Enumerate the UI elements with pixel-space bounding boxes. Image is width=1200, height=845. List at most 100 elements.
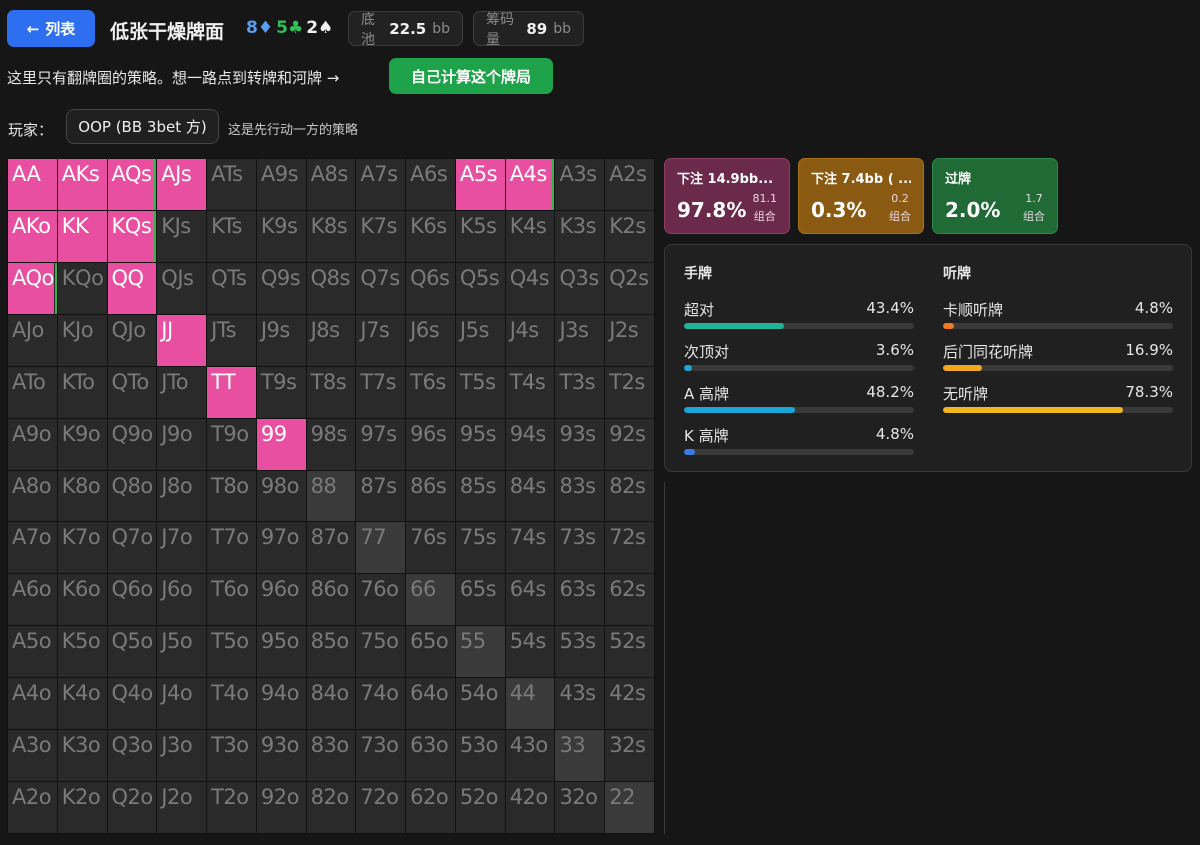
range-cell[interactable]: 53s: [555, 626, 605, 678]
range-cell[interactable]: ATs: [207, 159, 256, 210]
range-cell[interactable]: A8s: [306, 159, 356, 210]
range-cell[interactable]: K9o: [57, 418, 107, 470]
range-cell[interactable]: 95o: [256, 626, 306, 678]
range-cell[interactable]: J3o: [157, 730, 207, 782]
range-cell[interactable]: KQs: [107, 210, 157, 262]
range-cell[interactable]: T4o: [207, 678, 256, 730]
range-cell[interactable]: 66: [406, 574, 455, 626]
range-cell[interactable]: 62s: [605, 574, 654, 626]
range-cell[interactable]: A3o: [8, 730, 57, 782]
range-cell[interactable]: J5s: [455, 314, 505, 366]
range-cell[interactable]: T9o: [207, 418, 256, 470]
range-cell[interactable]: K2o: [57, 782, 107, 833]
range-cell[interactable]: K9s: [256, 210, 306, 262]
range-cell[interactable]: 96s: [406, 418, 455, 470]
range-cell[interactable]: 95s: [455, 418, 505, 470]
range-cell[interactable]: QJo: [107, 314, 157, 366]
range-cell[interactable]: J6o: [157, 574, 207, 626]
range-cell[interactable]: T6o: [207, 574, 256, 626]
range-cell[interactable]: 85o: [306, 626, 356, 678]
range-cell[interactable]: 83s: [555, 470, 605, 522]
range-cell[interactable]: J4o: [157, 678, 207, 730]
range-cell[interactable]: 74o: [356, 678, 406, 730]
range-cell[interactable]: 85s: [455, 470, 505, 522]
range-cell[interactable]: 82s: [605, 470, 654, 522]
range-cell[interactable]: K7o: [57, 522, 107, 574]
range-cell[interactable]: 73s: [555, 522, 605, 574]
range-cell[interactable]: AJo: [8, 314, 57, 366]
range-cell[interactable]: K4s: [505, 210, 555, 262]
range-cell[interactable]: 53o: [455, 730, 505, 782]
range-cell[interactable]: K3s: [555, 210, 605, 262]
range-cell[interactable]: 96o: [256, 574, 306, 626]
range-cell[interactable]: A9o: [8, 418, 57, 470]
range-cell[interactable]: 86s: [406, 470, 455, 522]
range-cell[interactable]: T5o: [207, 626, 256, 678]
range-cell[interactable]: 73o: [356, 730, 406, 782]
action-card-bet-small[interactable]: 下注 7.4bb ( ... 0.3% 0.2 组合: [798, 158, 924, 234]
range-cell[interactable]: QTo: [107, 366, 157, 418]
range-cell[interactable]: Q3s: [555, 262, 605, 314]
range-cell[interactable]: T6s: [406, 366, 455, 418]
range-cell[interactable]: AA: [8, 159, 57, 210]
range-cell[interactable]: A4s: [505, 159, 555, 210]
range-cell[interactable]: 87o: [306, 522, 356, 574]
range-cell[interactable]: Q2o: [107, 782, 157, 833]
range-cell[interactable]: 63o: [406, 730, 455, 782]
range-cell[interactable]: Q6s: [406, 262, 455, 314]
range-cell[interactable]: QQ: [107, 262, 157, 314]
range-cell[interactable]: Q3o: [107, 730, 157, 782]
range-cell[interactable]: JTs: [207, 314, 256, 366]
range-cell[interactable]: J7s: [356, 314, 406, 366]
range-cell[interactable]: Q7s: [356, 262, 406, 314]
range-cell[interactable]: AJs: [157, 159, 207, 210]
range-cell[interactable]: J2s: [605, 314, 654, 366]
range-cell[interactable]: T9s: [256, 366, 306, 418]
range-cell[interactable]: 65s: [455, 574, 505, 626]
range-cell[interactable]: T8s: [306, 366, 356, 418]
range-cell[interactable]: TT: [207, 366, 256, 418]
range-cell[interactable]: Q9s: [256, 262, 306, 314]
range-cell[interactable]: 84s: [505, 470, 555, 522]
range-cell[interactable]: 32o: [555, 782, 605, 833]
range-cell[interactable]: K5o: [57, 626, 107, 678]
range-cell[interactable]: A6s: [406, 159, 455, 210]
range-cell[interactable]: Q5s: [455, 262, 505, 314]
range-cell[interactable]: 64s: [505, 574, 555, 626]
range-cell[interactable]: 77: [356, 522, 406, 574]
range-cell[interactable]: 82o: [306, 782, 356, 833]
range-cell[interactable]: KTo: [57, 366, 107, 418]
range-cell[interactable]: 76s: [406, 522, 455, 574]
player-select[interactable]: OOP (BB 3bet 方): [66, 109, 219, 144]
range-cell[interactable]: 42s: [605, 678, 654, 730]
range-cell[interactable]: 94s: [505, 418, 555, 470]
range-cell[interactable]: 83o: [306, 730, 356, 782]
range-cell[interactable]: 75o: [356, 626, 406, 678]
range-cell[interactable]: Q8o: [107, 470, 157, 522]
range-cell[interactable]: 43s: [555, 678, 605, 730]
range-cell[interactable]: A5s: [455, 159, 505, 210]
range-cell[interactable]: 22: [605, 782, 654, 833]
range-cell[interactable]: 76o: [356, 574, 406, 626]
range-cell[interactable]: T3o: [207, 730, 256, 782]
range-cell[interactable]: J2o: [157, 782, 207, 833]
range-cell[interactable]: J3s: [555, 314, 605, 366]
range-cell[interactable]: QTs: [207, 262, 256, 314]
range-cell[interactable]: AQo: [8, 262, 57, 314]
range-cell[interactable]: 98s: [306, 418, 356, 470]
range-cell[interactable]: 88: [306, 470, 356, 522]
range-cell[interactable]: 86o: [306, 574, 356, 626]
range-cell[interactable]: A2o: [8, 782, 57, 833]
range-cell[interactable]: A8o: [8, 470, 57, 522]
range-cell[interactable]: 52o: [455, 782, 505, 833]
range-cell[interactable]: 32s: [605, 730, 654, 782]
range-cell[interactable]: AKo: [8, 210, 57, 262]
range-cell[interactable]: 54s: [505, 626, 555, 678]
compute-hand-button[interactable]: 自己计算这个牌局: [389, 58, 553, 94]
range-cell[interactable]: 93s: [555, 418, 605, 470]
range-cell[interactable]: K4o: [57, 678, 107, 730]
range-cell[interactable]: J4s: [505, 314, 555, 366]
range-cell[interactable]: 92o: [256, 782, 306, 833]
range-cell[interactable]: 99: [256, 418, 306, 470]
range-cell[interactable]: 64o: [406, 678, 455, 730]
